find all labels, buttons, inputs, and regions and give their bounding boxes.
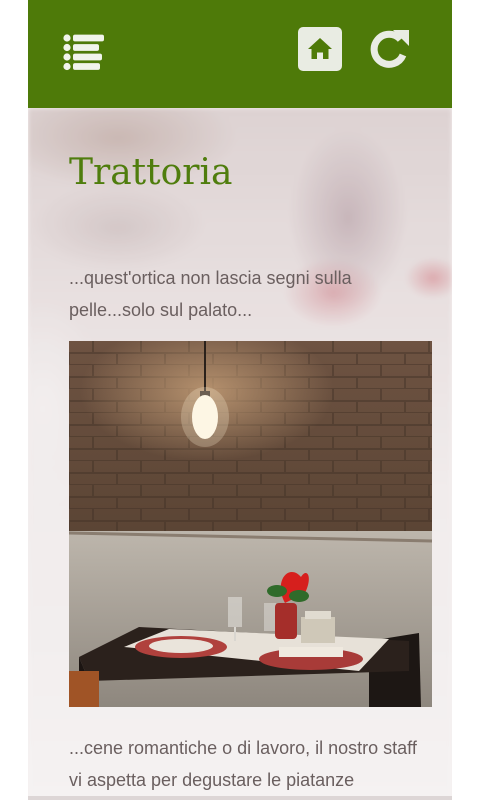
screen: Trattoria ...quest'ortica non lascia seg… bbox=[0, 0, 480, 800]
refresh-button[interactable] bbox=[366, 25, 412, 71]
home-button[interactable] bbox=[298, 27, 342, 71]
bottom-divider bbox=[28, 796, 452, 800]
restaurant-table-photo bbox=[69, 341, 432, 707]
body-text: ...cene romantiche o di lavoro, il nostr… bbox=[69, 738, 417, 790]
refresh-icon bbox=[370, 30, 409, 68]
app-frame: Trattoria ...quest'ortica non lascia seg… bbox=[28, 0, 452, 800]
home-icon bbox=[298, 27, 342, 71]
intro-text: ...quest'ortica non lascia segni sulla p… bbox=[69, 268, 352, 320]
list-menu-icon bbox=[63, 34, 104, 71]
menu-button[interactable] bbox=[62, 33, 106, 71]
page-title: Trattoria bbox=[69, 152, 233, 193]
app-header bbox=[28, 0, 452, 108]
